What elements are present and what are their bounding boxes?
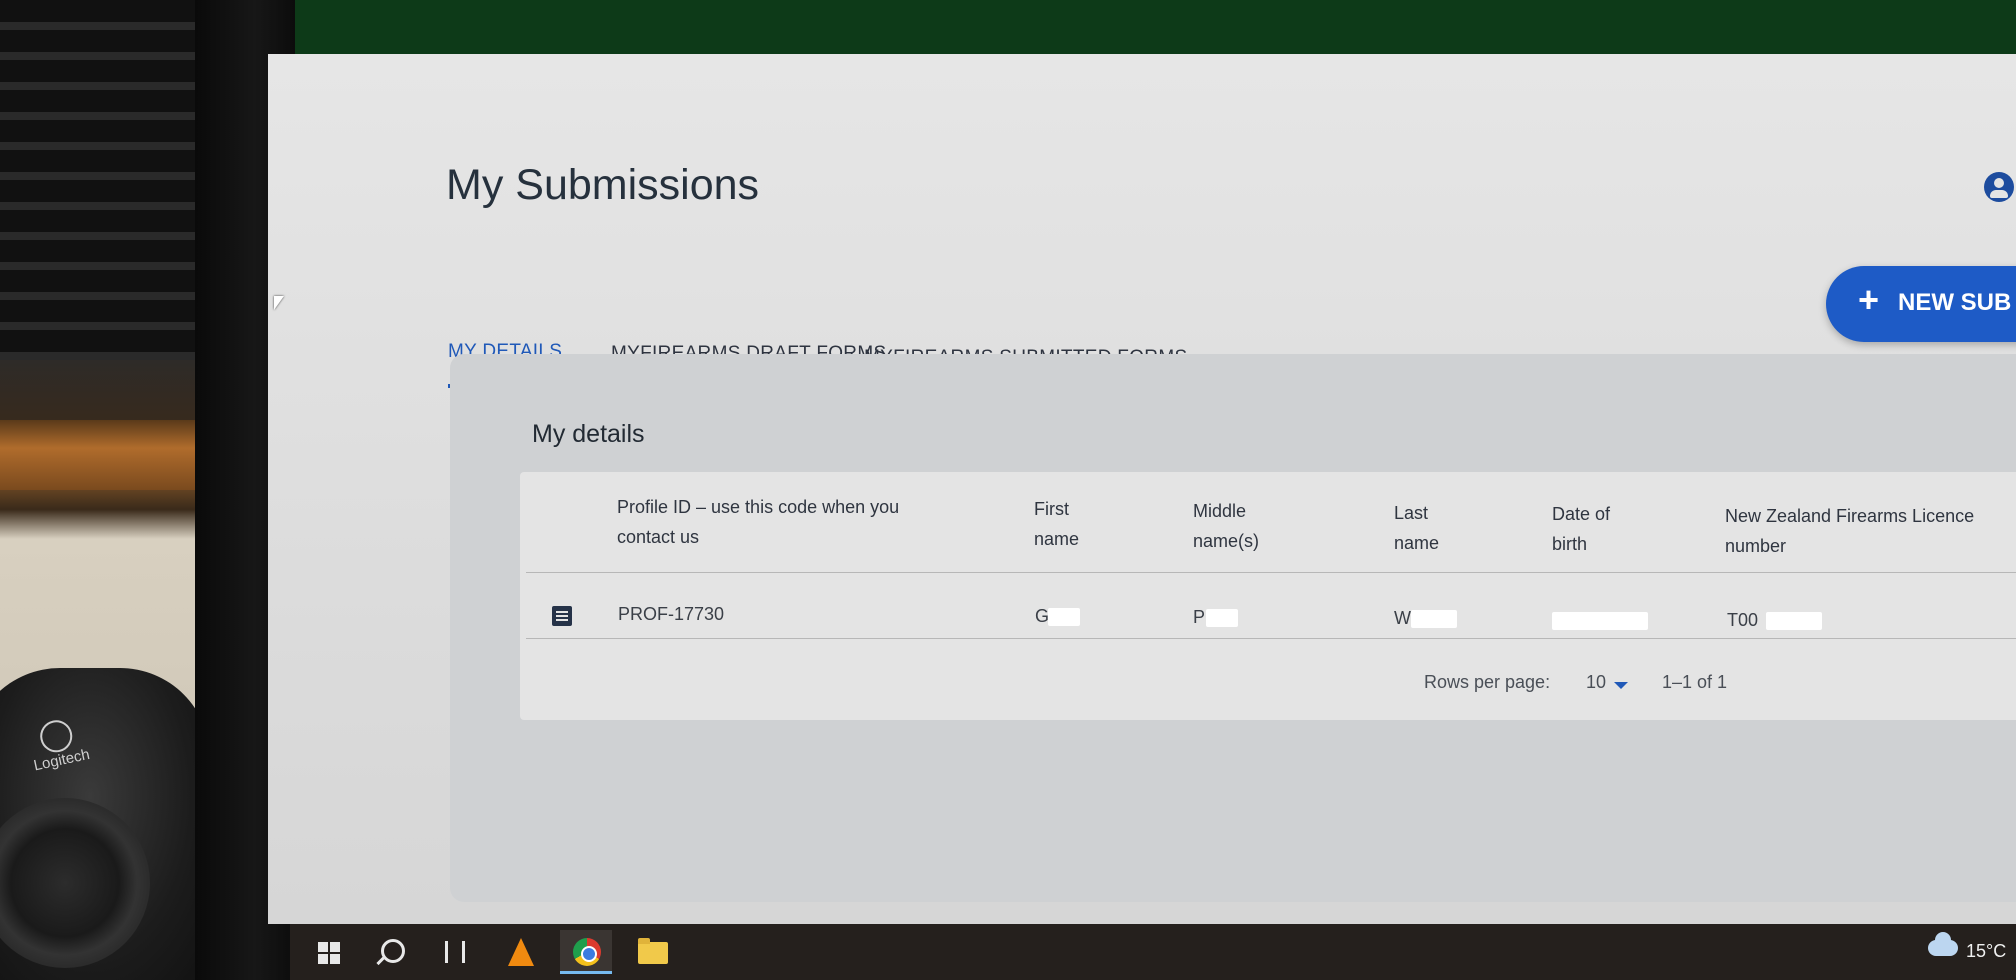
task-view-icon (445, 941, 465, 963)
windows-start-icon (318, 942, 340, 964)
speaker-logo: Logitech (26, 715, 91, 774)
file-explorer-icon (638, 938, 668, 964)
redaction-mark (1766, 612, 1822, 630)
speaker-cone (0, 798, 150, 968)
rows-per-page-label: Rows per page: (1424, 672, 1551, 692)
chrome-icon (573, 938, 601, 966)
redaction-mark (1552, 612, 1648, 630)
user-icon[interactable] (1984, 172, 2014, 202)
cell-licence-number: T00 (1727, 610, 1759, 630)
details-panel: My details Profile ID – use this code wh… (450, 354, 2016, 902)
new-submission-button[interactable]: + NEW SUB (1826, 266, 2016, 342)
cell-first-name: G (1035, 606, 1050, 626)
mouse-cursor (274, 296, 284, 310)
details-title: My details (532, 420, 645, 448)
column-header-last-name: Last name (1394, 503, 1440, 553)
document-icon[interactable] (552, 606, 572, 626)
taskbar-search-button[interactable] (366, 930, 418, 974)
chrome-button[interactable] (560, 930, 612, 974)
column-header-first-name: First name (1034, 499, 1080, 549)
plus-icon: + (1858, 279, 1880, 320)
window-blinds (0, 0, 200, 360)
cell-middle-name: P (1193, 607, 1206, 627)
page-title: My Submissions (446, 160, 760, 209)
task-view-button[interactable] (430, 930, 482, 974)
windows-taskbar: 15°C (290, 924, 2016, 980)
dropdown-caret-icon[interactable] (1614, 682, 1628, 689)
weather-temperature[interactable]: 15°C (1966, 941, 2006, 962)
vlc-button[interactable] (494, 930, 546, 974)
column-header-middle-name: Middle name(s) (1193, 501, 1260, 551)
browser-viewport: My Submissions MY DETAILS MYFIREARMS DRA… (268, 54, 2016, 924)
rows-per-page-select[interactable]: 10 (1586, 672, 1606, 693)
column-header-licence-number: New Zealand Firearms Licence number (1725, 506, 1975, 556)
column-header-date-of-birth: Date of birth (1552, 504, 1611, 554)
search-icon (381, 939, 405, 963)
new-submission-label: NEW SUB (1898, 289, 2012, 316)
vlc-icon (508, 938, 534, 966)
header-divider (526, 572, 2016, 573)
redaction-mark (1048, 608, 1080, 626)
pagination-range: 1–1 of 1 (1662, 672, 1728, 692)
redaction-mark (1206, 609, 1238, 627)
cell-profile-id: PROF-17730 (618, 604, 725, 624)
wooden-shelf (0, 420, 200, 490)
start-button[interactable] (302, 930, 354, 974)
details-table: Profile ID – use this code when you cont… (520, 472, 2016, 720)
cell-last-name: W (1394, 608, 1411, 628)
desk-speaker: Logitech (0, 668, 210, 980)
row-divider (526, 638, 2016, 639)
cloud-icon[interactable] (1928, 932, 1958, 956)
column-header-profile-id: Profile ID – use this code when you cont… (617, 497, 900, 547)
file-explorer-button[interactable] (626, 930, 678, 974)
redaction-mark (1411, 610, 1457, 628)
